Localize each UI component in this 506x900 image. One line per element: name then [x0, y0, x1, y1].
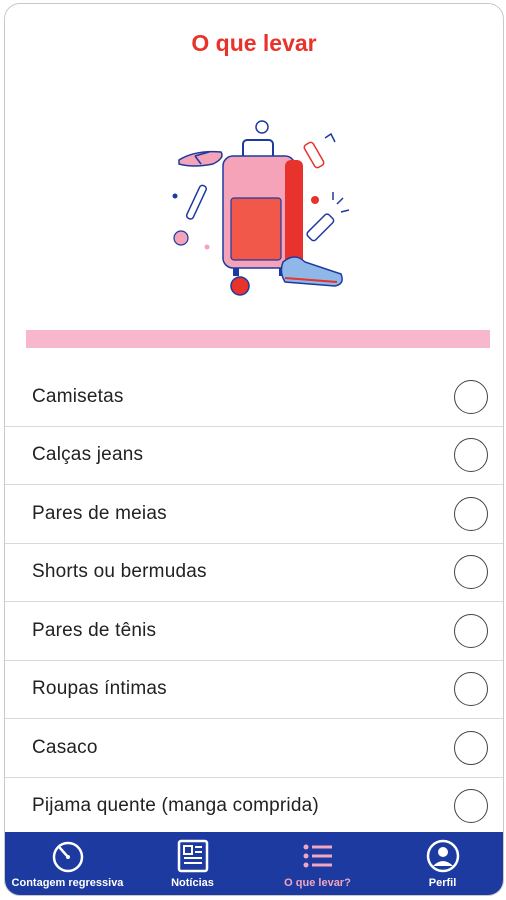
- checkbox-circle[interactable]: [454, 730, 488, 765]
- list-item[interactable]: Pares de tênis: [5, 602, 503, 661]
- flip-flop-icon: [178, 150, 223, 167]
- list-item[interactable]: Roupas íntimas: [5, 661, 503, 719]
- toothbrush-icon: [185, 184, 207, 220]
- checkbox-circle[interactable]: [454, 496, 488, 531]
- checkbox-circle[interactable]: [454, 438, 488, 473]
- item-label: Casaco: [32, 736, 98, 758]
- page-title: O que levar: [191, 30, 317, 56]
- checkbox-circle[interactable]: [454, 789, 488, 824]
- newspaper-icon: [177, 839, 208, 873]
- list-item[interactable]: Camisetas: [5, 368, 503, 427]
- checkbox-circle[interactable]: [454, 672, 488, 707]
- item-label: Pares de meias: [32, 502, 167, 524]
- nav-label: O que levar?: [284, 877, 351, 889]
- profile-icon: [426, 839, 459, 873]
- list-item[interactable]: Pares de meias: [5, 485, 503, 544]
- list-item[interactable]: Shorts ou bermudas: [5, 544, 503, 602]
- item-label: Calças jeans: [32, 444, 144, 466]
- nav-item-packing[interactable]: O que levar?: [255, 832, 380, 895]
- list-item[interactable]: Pijama quente (manga comprida): [5, 778, 503, 836]
- list-item[interactable]: Casaco: [5, 719, 503, 778]
- item-label: Pijama quente (manga comprida): [32, 795, 319, 817]
- timer-icon: [52, 841, 83, 873]
- list-item[interactable]: Calças jeans: [5, 427, 503, 485]
- checkbox-circle[interactable]: [454, 379, 488, 414]
- nav-label: Contagem regressiva: [11, 877, 124, 889]
- nav-item-profile[interactable]: Perfil: [380, 832, 503, 895]
- sunscreen-icon: [303, 132, 336, 169]
- section-divider-bar: [26, 330, 490, 348]
- item-label: Roupas íntimas: [32, 678, 167, 700]
- luggage-illustration: [172, 120, 350, 296]
- bottom-navigation: Contagem regressiva Notícias O que levar…: [5, 832, 503, 895]
- nav-label: Notícias: [171, 877, 214, 889]
- nav-item-news[interactable]: Notícias: [130, 832, 255, 895]
- item-label: Camisetas: [32, 385, 124, 407]
- item-label: Pares de tênis: [32, 619, 157, 641]
- checkbox-circle[interactable]: [454, 613, 488, 648]
- checkbox-circle[interactable]: [454, 555, 488, 590]
- sneaker-icon: [280, 256, 343, 287]
- item-label: Shorts ou bermudas: [32, 561, 207, 583]
- packing-checklist: Camisetas Calças jeans Pares de meias Sh…: [5, 368, 503, 836]
- nav-item-countdown[interactable]: Contagem regressiva: [5, 832, 130, 895]
- nav-label: Perfil: [428, 877, 457, 889]
- app-screen: O que levar Camisetas Calças jeans Pares…: [4, 3, 504, 896]
- list-icon: [303, 844, 332, 868]
- suitcase-icon: [222, 139, 303, 276]
